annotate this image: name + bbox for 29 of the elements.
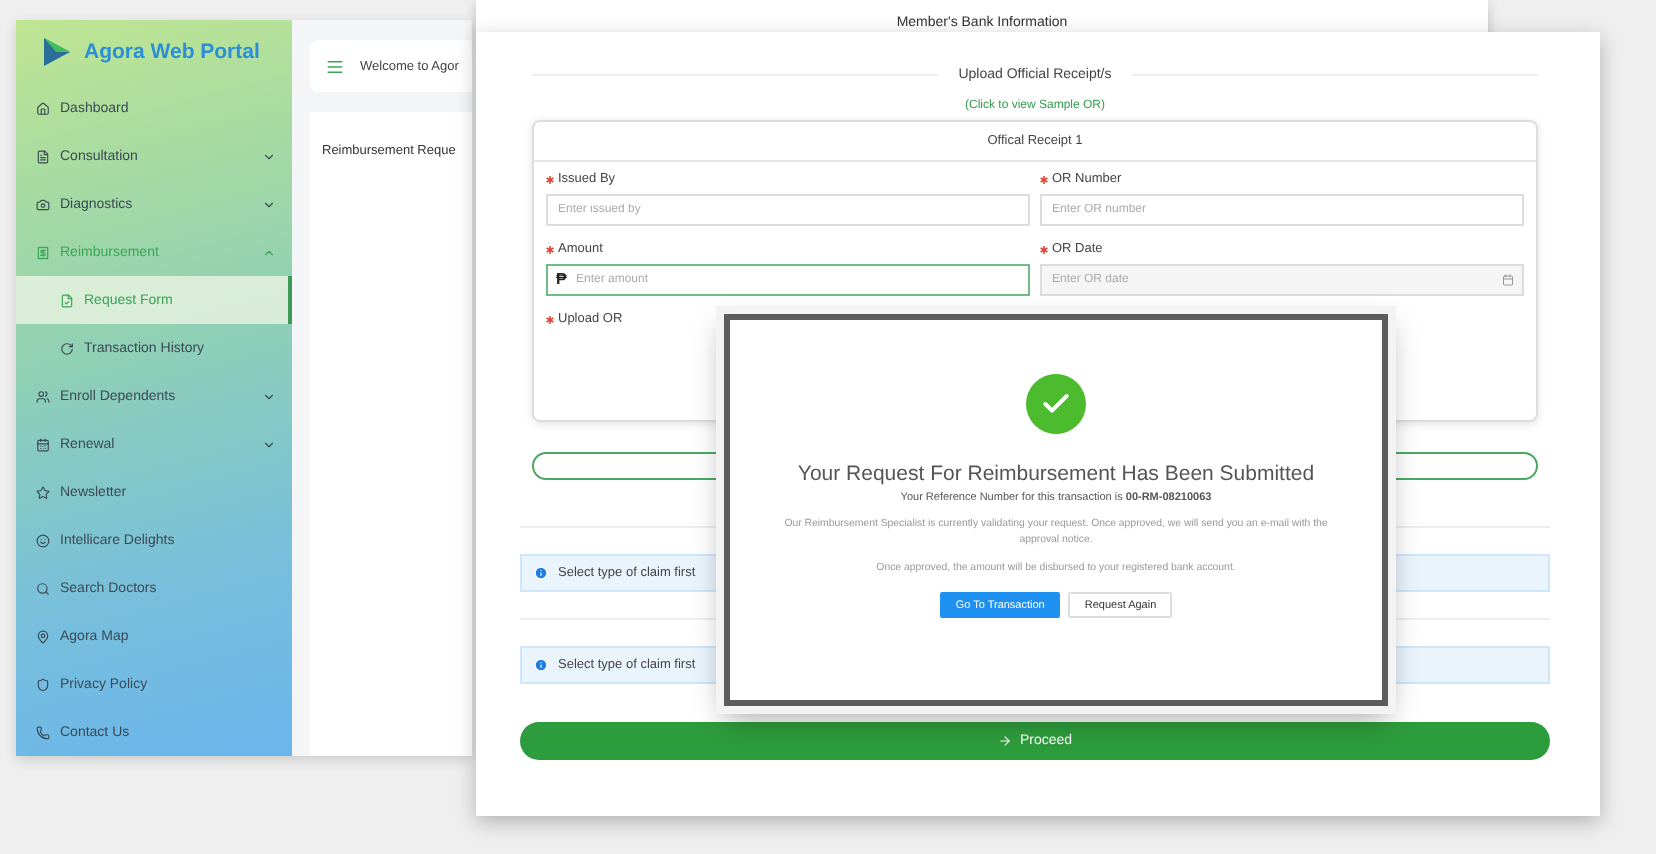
users-icon [36, 389, 50, 403]
info-icon [534, 658, 548, 672]
smile-icon [36, 533, 50, 547]
calendar-icon [1502, 274, 1514, 286]
map-pin-icon [36, 629, 50, 643]
chevron-down-icon [262, 437, 276, 451]
check-circle-icon [1026, 374, 1086, 434]
home-icon [36, 101, 50, 115]
play-logo-icon [40, 36, 72, 68]
peso-sign: ₱ [556, 270, 567, 288]
document-icon [36, 149, 50, 163]
receipt-icon [36, 245, 50, 259]
calendar-icon [36, 437, 50, 451]
chevron-down-icon [262, 389, 276, 403]
info-icon [534, 566, 548, 580]
chevron-up-icon [262, 245, 276, 259]
arrow-right-icon [997, 734, 1012, 748]
dialog-title: Your Request For Reimbursement Has Been Submitted [797, 462, 1315, 486]
chevron-down-icon [262, 149, 276, 163]
form-icon [60, 293, 74, 307]
menu-icon[interactable] [326, 57, 344, 75]
search-icon [36, 581, 50, 595]
phone-icon [36, 725, 50, 739]
camera-icon [36, 197, 50, 211]
star-icon [36, 485, 50, 499]
history-icon [60, 341, 74, 355]
logo-text: Agora Web Portal [84, 40, 260, 64]
shield-icon [36, 677, 50, 691]
chevron-down-icon [262, 197, 276, 211]
